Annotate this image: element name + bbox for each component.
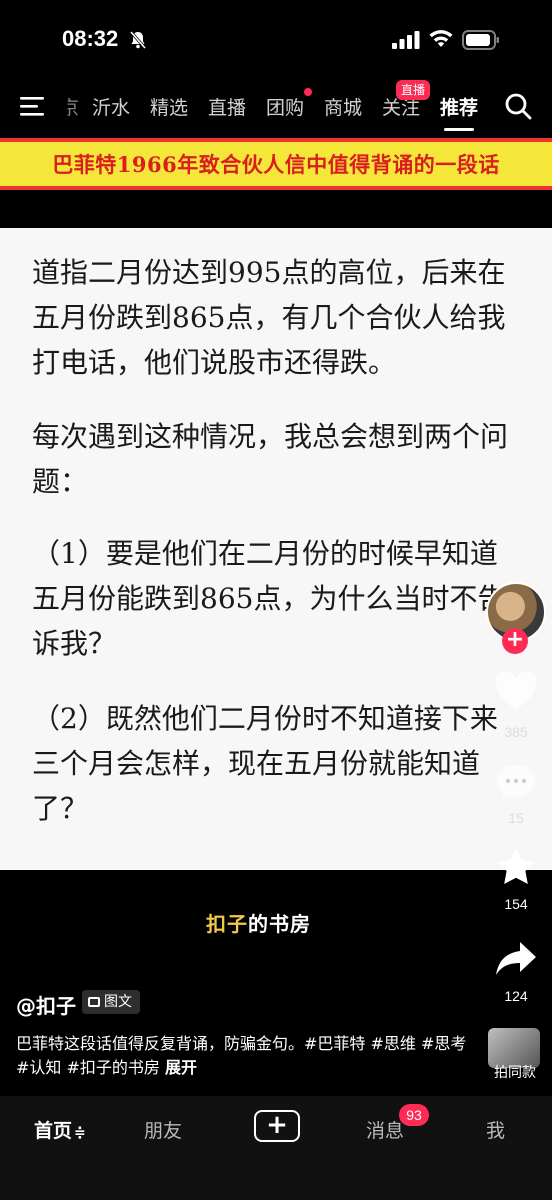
like-icon[interactable] [494, 672, 538, 712]
tab-local[interactable]: 沂水 [92, 93, 130, 120]
signal-icon [392, 31, 420, 49]
expand-link[interactable]: 展开 [165, 1058, 197, 1077]
top-nav: 京 沂水 精选 直播 团购 商城 关注 直播 推荐 [0, 80, 552, 131]
tab-live[interactable]: 直播 [208, 93, 246, 120]
post-type-label: 图文 [104, 994, 132, 1010]
comment-count: 15 [508, 810, 524, 826]
post-type-badge: 图文 [82, 990, 140, 1014]
post-image[interactable]: 道指二月份达到995点的高位，后来在五月份跌到865点，有几个合伙人给我打电话，… [0, 228, 552, 870]
nav-me[interactable]: 我 [486, 1116, 505, 1143]
nav-friends[interactable]: 朋友 [144, 1116, 182, 1143]
image-text-icon [88, 997, 100, 1007]
watermark: 扣子的书房 [206, 912, 311, 936]
wifi-icon [429, 30, 453, 47]
menu-icon[interactable] [20, 94, 48, 118]
favorite-star-icon[interactable] [494, 846, 538, 886]
tab-featured[interactable]: 精选 [150, 93, 188, 120]
author-handle[interactable]: @扣子 [16, 990, 76, 1019]
tab-recommended[interactable]: 推荐 [440, 93, 478, 120]
status-time: 08:32 [62, 26, 119, 51]
paragraph-4: （2）既然他们二月份时不知道接下来三个月会怎样，现在五月份就能知道了？ [32, 702, 498, 825]
messages-badge: 93 [399, 1104, 429, 1126]
post-caption[interactable]: 巴菲特这段话值得反复背诵，防骗金句。#巴菲特 #思维 #思考 #认知 #扣子的书… [16, 1032, 476, 1080]
battery-icon [462, 30, 499, 50]
search-icon[interactable] [504, 92, 532, 120]
status-bar: 08:32 [0, 0, 552, 80]
follow-button[interactable]: + [502, 628, 528, 654]
caption-text: 巴菲特这段话值得反复背诵，防骗金句。#巴菲特 #思维 #思考 #认知 #扣子的书… [16, 1034, 467, 1077]
add-post-button[interactable]: + [254, 1110, 300, 1142]
title-banner: 巴菲特1966年致合伙人信中值得背诵的一段话 [0, 138, 552, 190]
tab-group-buy[interactable]: 团购 [266, 93, 304, 120]
paragraph-1: 道指二月份达到995点的高位，后来在五月份跌到865点，有几个合伙人给我打电话，… [32, 256, 506, 379]
paragraph-2: 每次遇到这种情况，我总会想到两个问题： [32, 420, 509, 498]
share-count: 124 [504, 988, 528, 1004]
active-tab-indicator [444, 128, 474, 131]
like-count: 385 [504, 724, 528, 740]
tab-partial[interactable]: 京 [68, 93, 79, 120]
live-badge: 直播 [396, 80, 431, 100]
bell-muted-icon [129, 31, 147, 49]
tab-mall[interactable]: 商城 [324, 93, 362, 120]
favorite-count: 154 [504, 896, 528, 912]
nav-messages[interactable]: 消息 [366, 1116, 404, 1143]
post-title: 巴菲特1966年致合伙人信中值得背诵的一段话 [52, 152, 500, 177]
nav-home[interactable]: 首页 ≑ [34, 1116, 86, 1143]
share-icon[interactable] [494, 938, 538, 978]
bottom-nav: 首页 ≑ 朋友 + 消息 93 我 [0, 1096, 552, 1200]
paragraph-3: （1）要是他们在二月份的时候早知道五月份能跌到865点，为什么当时不告诉我？ [32, 537, 506, 660]
notification-dot [304, 88, 312, 96]
comment-icon[interactable] [494, 762, 538, 802]
same-style-label[interactable]: 拍同款 [480, 1062, 550, 1082]
